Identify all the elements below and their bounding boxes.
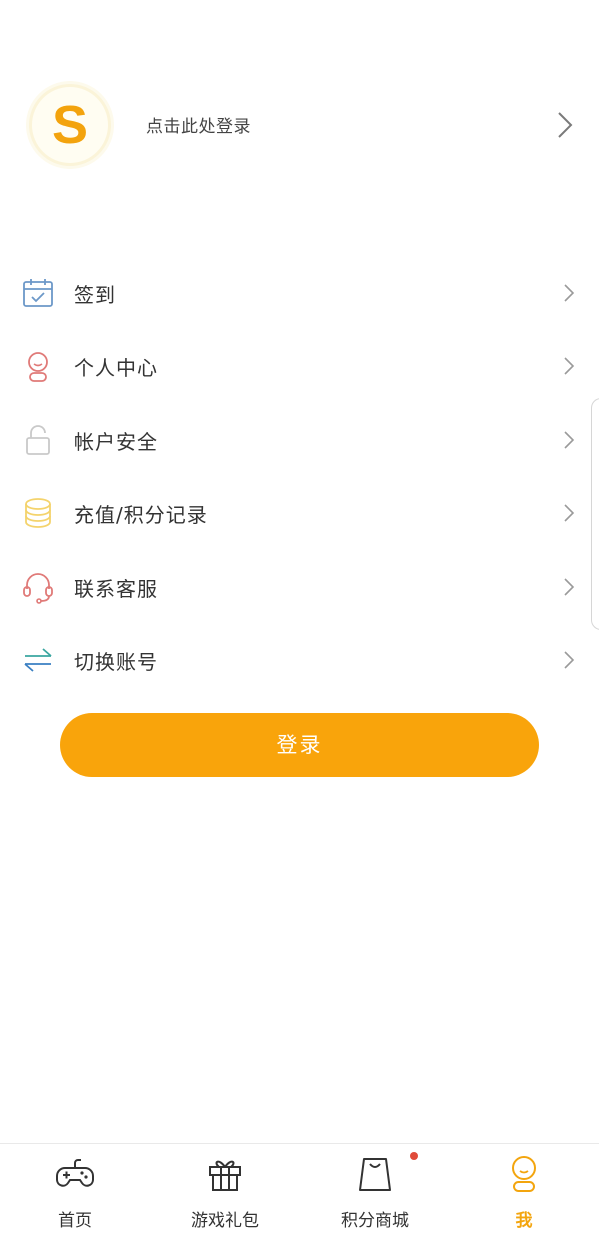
chevron-right-icon	[563, 577, 575, 601]
profile-header[interactable]: S 点击此处登录	[0, 80, 599, 170]
svg-text:S: S	[52, 95, 88, 155]
switch-arrows-icon	[21, 643, 55, 677]
tab-label: 积分商城	[341, 1211, 409, 1231]
menu-item-label: 切换账号	[74, 649, 158, 674]
avatar-logo-icon: S	[52, 95, 88, 155]
chevron-right-icon	[563, 503, 575, 527]
tab-label: 我	[515, 1211, 533, 1231]
menu-item-personal-center[interactable]: 个人中心	[0, 329, 599, 402]
tab-home[interactable]: 首页	[0, 1144, 150, 1234]
gamepad-icon	[55, 1154, 95, 1194]
menu-item-label: 帐户安全	[74, 429, 158, 454]
unlock-icon	[21, 423, 55, 457]
login-hint[interactable]: 点击此处登录	[146, 112, 251, 137]
chevron-right-icon	[563, 356, 575, 380]
menu-item-label: 联系客服	[74, 576, 158, 601]
avatar: S	[32, 87, 108, 163]
menu-item-switch-account[interactable]: 切换账号	[0, 623, 599, 696]
bottom-tab-bar: 首页 游戏礼包 积分商城 我	[0, 1143, 599, 1234]
notification-badge	[410, 1152, 418, 1160]
user-profile-icon	[21, 349, 55, 383]
tab-label: 游戏礼包	[191, 1211, 259, 1231]
menu-list: 签到 个人中心 帐户安全 充值/积分记录 联系客服 切换账号	[0, 256, 599, 696]
chevron-right-icon	[563, 283, 575, 307]
edge-panel-handle[interactable]	[591, 398, 599, 630]
gift-icon	[205, 1154, 245, 1194]
menu-item-label: 签到	[74, 283, 116, 307]
coin-stack-icon	[21, 496, 55, 530]
headset-icon	[21, 570, 55, 604]
shopping-bag-icon	[355, 1154, 395, 1194]
chevron-right-icon	[563, 650, 575, 674]
menu-item-label: 充值/积分记录	[74, 503, 208, 528]
tab-me[interactable]: 我	[449, 1144, 599, 1234]
tab-label: 首页	[58, 1211, 92, 1231]
menu-item-recharge-records[interactable]: 充值/积分记录	[0, 476, 599, 549]
menu-item-account-security[interactable]: 帐户安全	[0, 403, 599, 476]
tab-game-gifts[interactable]: 游戏礼包	[150, 1144, 300, 1234]
menu-item-customer-service[interactable]: 联系客服	[0, 550, 599, 623]
tab-points-mall[interactable]: 积分商城	[300, 1144, 450, 1234]
user-icon	[504, 1154, 544, 1194]
chevron-right-icon	[563, 430, 575, 454]
login-button[interactable]: 登录	[60, 713, 539, 777]
menu-item-label: 个人中心	[74, 356, 158, 381]
chevron-right-icon	[556, 110, 574, 144]
calendar-check-icon	[21, 276, 55, 310]
menu-item-checkin[interactable]: 签到	[0, 256, 599, 329]
